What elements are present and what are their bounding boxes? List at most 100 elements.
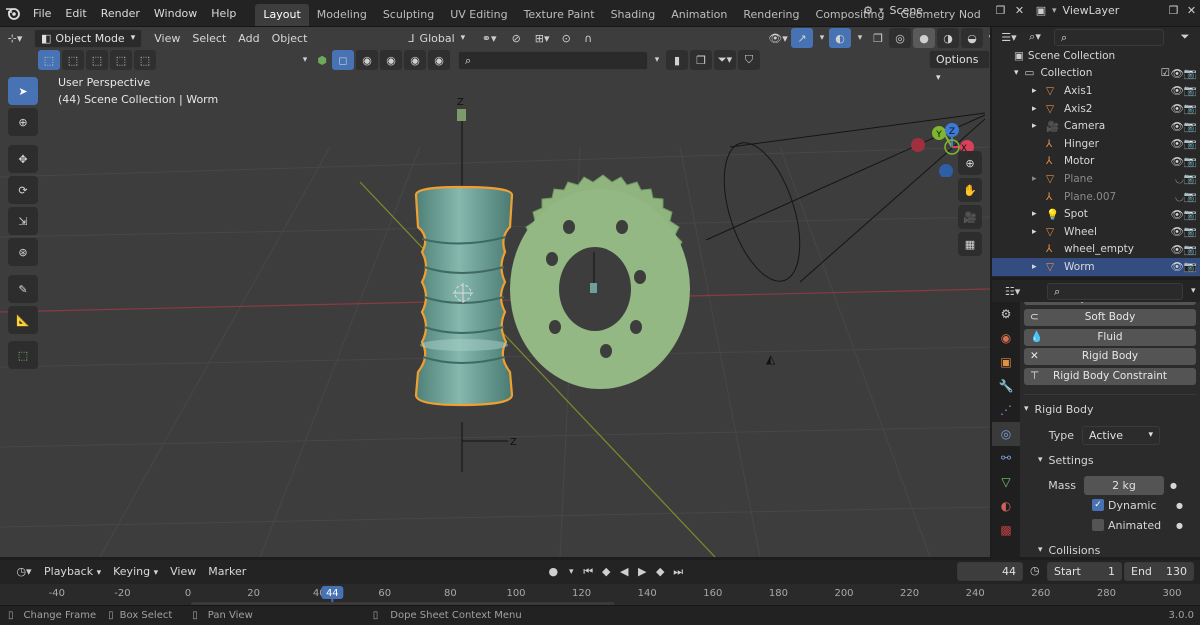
rigid-body-button[interactable]: ✕ Rigid Body — [1024, 348, 1196, 365]
animated-checkbox[interactable] — [1092, 519, 1104, 531]
zoom-button[interactable]: ⊕ — [958, 151, 982, 175]
camera-view-button[interactable]: 🎥 — [958, 205, 982, 229]
eye-icon[interactable]: 👁 — [1171, 120, 1184, 133]
keyframe-dot-icon[interactable]: ● — [1176, 521, 1183, 530]
keyframe-dot-icon[interactable]: ● — [1176, 501, 1183, 510]
mass-field[interactable]: 2 kg — [1084, 475, 1164, 495]
visibility-icon[interactable]: 👁▾ — [765, 32, 791, 45]
eye-icon[interactable]: 👁 — [1171, 260, 1184, 273]
render-camera-icon[interactable]: 📷 — [1184, 155, 1197, 168]
tab-sculpting[interactable]: Sculpting — [375, 4, 442, 26]
transform-orientation[interactable]: ⅃ Global ▾ — [408, 32, 465, 45]
chevron-down-icon[interactable]: ▾ — [563, 567, 579, 577]
fluid-button[interactable]: 💧 Fluid — [1024, 328, 1196, 346]
physics-tab-icon[interactable]: ◎ — [992, 422, 1020, 446]
menu-add[interactable]: Add — [232, 32, 265, 45]
rigid-body-panel-header[interactable]: ▾ Rigid Body — [1024, 403, 1196, 416]
expand-icon[interactable]: ▸ — [1032, 227, 1046, 237]
expand-icon[interactable]: ▸ — [1032, 104, 1046, 114]
play-reverse-icon[interactable]: ◀ — [615, 565, 633, 578]
modifier-tab-icon[interactable]: 🔧 — [992, 374, 1020, 398]
display-mode-3-icon[interactable]: ◉ — [380, 50, 402, 70]
tab-layout[interactable]: Layout — [255, 3, 309, 26]
particles-tab-icon[interactable]: ⋰ — [992, 398, 1020, 422]
eye-closed-icon[interactable]: ◡ — [1175, 191, 1184, 203]
eye-closed-icon[interactable]: ◡ — [1175, 173, 1184, 185]
worm-mesh[interactable] — [414, 185, 514, 407]
display-mode-5-icon[interactable]: ◉ — [428, 50, 450, 70]
render-camera-icon[interactable]: 📷 — [1184, 243, 1197, 256]
falloff-icon[interactable]: ∩ — [577, 32, 599, 45]
eye-icon[interactable]: 👁 — [1171, 137, 1184, 150]
mode-selector[interactable]: ◧ Object Mode ▾ — [34, 28, 143, 48]
jump-end-icon[interactable]: ⏭ — [669, 565, 687, 579]
select-subtract-icon[interactable]: ⬚ — [86, 50, 108, 70]
menu-view[interactable]: View — [148, 32, 186, 45]
eye-icon[interactable]: 👁 — [1171, 155, 1184, 168]
xray-icon[interactable]: ❐ — [867, 32, 889, 45]
wireframe-shading-icon[interactable]: ◎ — [889, 28, 911, 48]
menu-timeline-view[interactable]: View — [164, 565, 202, 578]
clock-icon[interactable]: ◷▾ — [10, 565, 38, 578]
record-icon[interactable]: ● — [543, 565, 563, 578]
display-mode-icon[interactable]: ⌕▾ — [1022, 30, 1048, 44]
options-button[interactable]: Options ▾ — [929, 50, 990, 83]
menu-keying[interactable]: Keying ▾ — [107, 565, 164, 578]
type-dropdown[interactable]: Active ▾ — [1082, 425, 1160, 445]
chevron-down-icon[interactable]: ▾ — [1187, 286, 1200, 296]
tab-rendering[interactable]: Rendering — [735, 4, 807, 26]
render-camera-icon[interactable]: 📷 — [1184, 190, 1197, 203]
material-shading-icon[interactable]: ◑ — [937, 28, 959, 48]
delete-viewlayer-icon[interactable]: ✕ — [1185, 4, 1199, 17]
outliner-item-axis2[interactable]: ▸ ▽ Axis2 👁 📷 — [992, 100, 1200, 118]
tab-texture-paint[interactable]: Texture Paint — [516, 4, 603, 26]
tab-uv-editing[interactable]: UV Editing — [442, 4, 515, 26]
gizmo-toggle-icon[interactable]: ↗ — [791, 28, 813, 48]
new-scene-icon[interactable]: ❐ — [990, 4, 1012, 17]
proportional-edit-icon[interactable]: ⊙ — [555, 32, 577, 45]
select-intersect-icon[interactable]: ⬚ — [134, 50, 156, 70]
expand-icon[interactable]: ▾ — [1014, 68, 1019, 78]
scene-selector[interactable]: ⚙ ▾ Scene ❐ ✕ — [857, 4, 1028, 17]
editor-type-icon[interactable]: ⊹▾ — [0, 32, 30, 45]
menu-playback[interactable]: Playback ▾ — [38, 565, 107, 578]
rotate-tool[interactable]: ⟳ — [8, 176, 38, 204]
shield-icon[interactable]: ⛉ — [738, 50, 760, 70]
cursor-tool[interactable]: ⊕ — [8, 108, 38, 136]
dynamic-checkbox[interactable]: ✓ — [1092, 499, 1104, 511]
outliner-item-wheel-empty[interactable]: ⅄ wheel_empty 👁 📷 — [992, 241, 1200, 259]
keyframe-dot-icon[interactable]: ● — [1170, 481, 1177, 490]
display-mode-2-icon[interactable]: ◉ — [356, 50, 378, 70]
outliner-item-camera[interactable]: ▸ 🎥 Camera 👁 📷 — [992, 117, 1200, 135]
prev-keyframe-icon[interactable]: ◆ — [597, 565, 615, 578]
select-invert-icon[interactable]: ⬚ — [110, 50, 132, 70]
render-tab-icon[interactable]: ◉ — [992, 326, 1020, 350]
scale-tool[interactable]: ⇲ — [8, 207, 38, 235]
display-mode-1-icon[interactable]: ◻ — [332, 50, 354, 70]
pan-button[interactable]: ✋ — [958, 178, 982, 202]
display-mode-4-icon[interactable]: ◉ — [404, 50, 426, 70]
tab-animation[interactable]: Animation — [663, 4, 735, 26]
checkbox-icon[interactable]: ☑ — [1161, 67, 1170, 79]
snap-icon[interactable]: ⊘ — [503, 32, 529, 45]
render-camera-icon[interactable]: 📷 — [1184, 260, 1197, 273]
current-frame-field[interactable]: 44 — [957, 562, 1023, 581]
play-icon[interactable]: ▶ — [633, 565, 651, 578]
properties-search-input[interactable]: ⌕ — [1047, 282, 1183, 300]
render-camera-icon[interactable]: 📷 — [1184, 102, 1197, 115]
menu-select[interactable]: Select — [186, 32, 232, 45]
timeline-ruler[interactable]: -40 -20 0 20 40 44 60 80 100 120 140 160 180 200 220 24… — [0, 584, 1200, 605]
render-camera-icon[interactable]: 📷 — [1184, 67, 1197, 80]
render-camera-icon[interactable]: 📷 — [1184, 172, 1197, 185]
solid-shading-icon[interactable]: ● — [913, 28, 935, 48]
start-frame-field[interactable]: Start 1 — [1047, 562, 1122, 581]
object-types-icon[interactable]: ⬢ — [312, 54, 332, 67]
outliner-item-plane[interactable]: ▸ ▽ Plane ◡ 📷 — [992, 170, 1200, 188]
rendered-shading-icon[interactable]: ◒ — [961, 28, 983, 48]
chevron-down-icon[interactable]: ▾ — [298, 55, 312, 65]
outliner-item-spot[interactable]: ▸ 💡 Spot 👁 📷 — [992, 205, 1200, 223]
settings-panel-header[interactable]: ▾ Settings — [1024, 454, 1196, 467]
annotate-tool[interactable]: ✎ — [8, 275, 38, 303]
eye-icon[interactable]: 👁 — [1171, 102, 1184, 115]
new-viewlayer-icon[interactable]: ❐ — [1163, 4, 1185, 17]
